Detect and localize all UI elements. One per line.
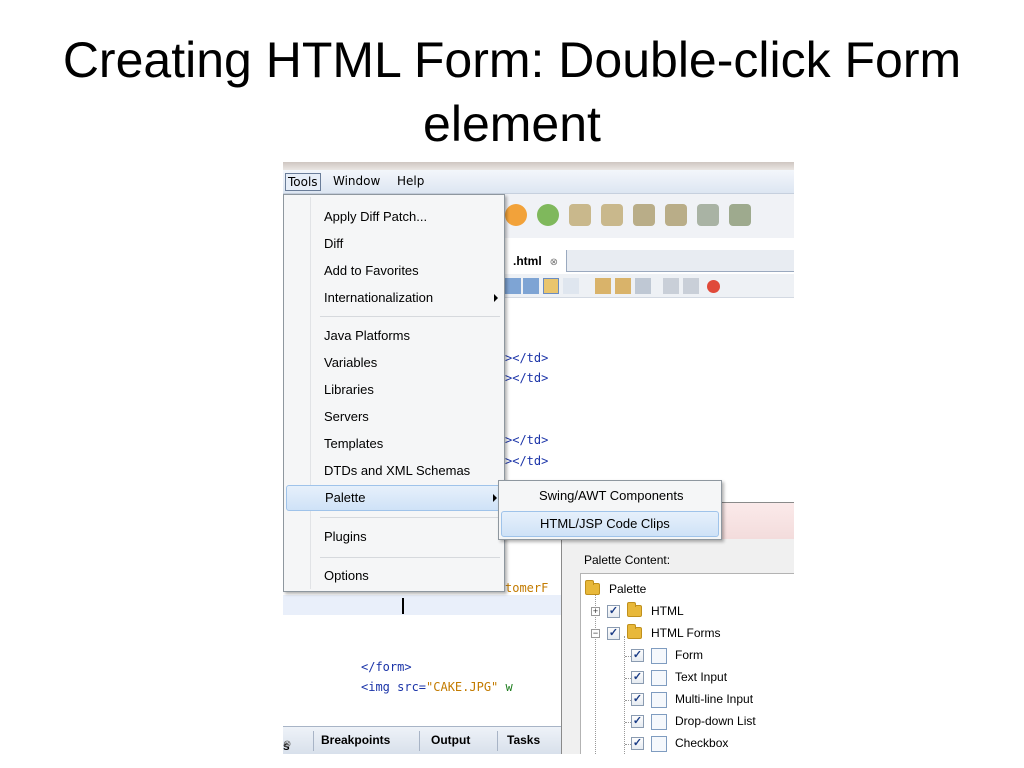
menu-item-palette[interactable]: Palette (286, 485, 502, 511)
pause-icon[interactable] (505, 204, 527, 226)
folder-icon (627, 624, 642, 639)
run-icon[interactable] (537, 204, 559, 226)
checkbox-element-icon (651, 736, 667, 752)
forward-icon[interactable] (523, 278, 539, 294)
shift-left-icon[interactable] (663, 278, 679, 294)
menu-window[interactable]: Window (331, 173, 382, 191)
tools-dropdown-menu: Apply Diff Patch... Diff Add to Favorite… (283, 194, 505, 592)
select-icon[interactable] (563, 278, 579, 294)
close-tab-icon[interactable]: ⊗ (550, 257, 558, 268)
menu-item-dtds-and-xml-schemas[interactable]: DTDs and XML Schemas (286, 459, 502, 485)
profile-icon[interactable] (729, 204, 751, 226)
code-line-img: <img src="CAKE.JPG" w (361, 680, 513, 694)
submenu-arrow-icon (493, 494, 497, 502)
text-caret (402, 598, 404, 614)
folder-icon (627, 602, 642, 617)
menu-item-apply-diff-patch[interactable]: Apply Diff Patch... (286, 205, 502, 231)
menu-item-add-to-favorites[interactable]: Add to Favorites (286, 259, 502, 285)
window-top-strip (283, 162, 794, 170)
step-out-icon[interactable] (633, 204, 655, 226)
file-tab-label: .html (513, 254, 542, 268)
code-line-form-close: </form> (361, 660, 412, 674)
menu-item-internationalization[interactable]: Internationalization (286, 286, 502, 312)
slide-title: Creating HTML Form: Double-click Form el… (62, 32, 962, 152)
menu-item-html-jsp-code-clips[interactable]: HTML/JSP Code Clips (501, 511, 719, 537)
toggle-highlight-icon[interactable] (543, 278, 559, 294)
menu-help[interactable]: Help (395, 173, 426, 191)
collapse-icon[interactable]: − (591, 629, 600, 638)
toggle-bookmark-icon[interactable] (635, 278, 651, 294)
form-icon (651, 648, 667, 664)
apply-changes-icon[interactable] (697, 204, 719, 226)
step-over-icon[interactable] (569, 204, 591, 226)
code-line: ></td> (505, 433, 549, 447)
menu-item-swing-awt-components[interactable]: Swing/AWT Components (501, 484, 719, 510)
menu-item-servers[interactable]: Servers (286, 405, 502, 431)
checkbox-checked-icon[interactable]: ✓ (607, 627, 620, 640)
palette-content-label: Palette Content: (584, 553, 671, 567)
code-line: ></td> (505, 454, 549, 468)
menu-bar: Tools Window Help (283, 170, 794, 194)
textarea-icon (651, 692, 667, 708)
expand-icon[interactable]: + (591, 607, 600, 616)
checkbox-checked-icon[interactable]: ✓ (631, 693, 644, 706)
menu-item-options[interactable]: Options (286, 564, 502, 590)
checkbox-checked-icon[interactable]: ✓ (631, 737, 644, 750)
previous-bookmark-icon[interactable] (595, 278, 611, 294)
tab-tasks[interactable]: Tasks (507, 733, 540, 747)
folder-icon (585, 580, 600, 595)
next-bookmark-icon[interactable] (615, 278, 631, 294)
menu-item-libraries[interactable]: Libraries (286, 378, 502, 404)
menu-item-diff[interactable]: Diff (286, 232, 502, 258)
close-tab-icon[interactable]: ⊗ (283, 739, 291, 750)
palette-submenu: Swing/AWT Components HTML/JSP Code Clips (498, 480, 722, 540)
menu-item-java-platforms[interactable]: Java Platforms (286, 324, 502, 350)
run-to-cursor-icon[interactable] (665, 204, 687, 226)
tab-breakpoints[interactable]: Breakpoints (321, 733, 390, 747)
text-input-icon (651, 670, 667, 686)
palette-tree[interactable]: Palette + ✓ HTML − ✓ HTML Forms ✓ Form ✓… (580, 573, 794, 754)
editor-file-tab[interactable]: .html ⊗ (505, 250, 568, 272)
menu-item-variables[interactable]: Variables (286, 351, 502, 377)
back-icon[interactable] (505, 278, 521, 294)
code-line: ></td> (505, 371, 549, 385)
code-line: ></td> (505, 351, 549, 365)
step-into-icon[interactable] (601, 204, 623, 226)
code-line: tomerF (505, 581, 549, 595)
shift-right-icon[interactable] (683, 278, 699, 294)
dropdown-icon (651, 714, 667, 730)
checkbox-checked-icon[interactable]: ✓ (631, 715, 644, 728)
menu-item-plugins[interactable]: Plugins (286, 525, 502, 551)
record-macro-icon[interactable] (707, 280, 720, 293)
checkbox-checked-icon[interactable]: ✓ (607, 605, 620, 618)
submenu-arrow-icon (494, 294, 498, 302)
netbeans-screenshot: Tools Window Help .html ⊗ ></td> ></td> >… (283, 162, 794, 754)
menu-item-templates[interactable]: Templates (286, 432, 502, 458)
editor-tab-bar: .html ⊗ (505, 250, 794, 272)
tab-output[interactable]: Output (431, 733, 470, 747)
main-toolbar (505, 194, 794, 238)
editor-toolbar (505, 274, 794, 298)
checkbox-checked-icon[interactable]: ✓ (631, 671, 644, 684)
menu-tools[interactable]: Tools (285, 173, 321, 191)
checkbox-checked-icon[interactable]: ✓ (631, 649, 644, 662)
